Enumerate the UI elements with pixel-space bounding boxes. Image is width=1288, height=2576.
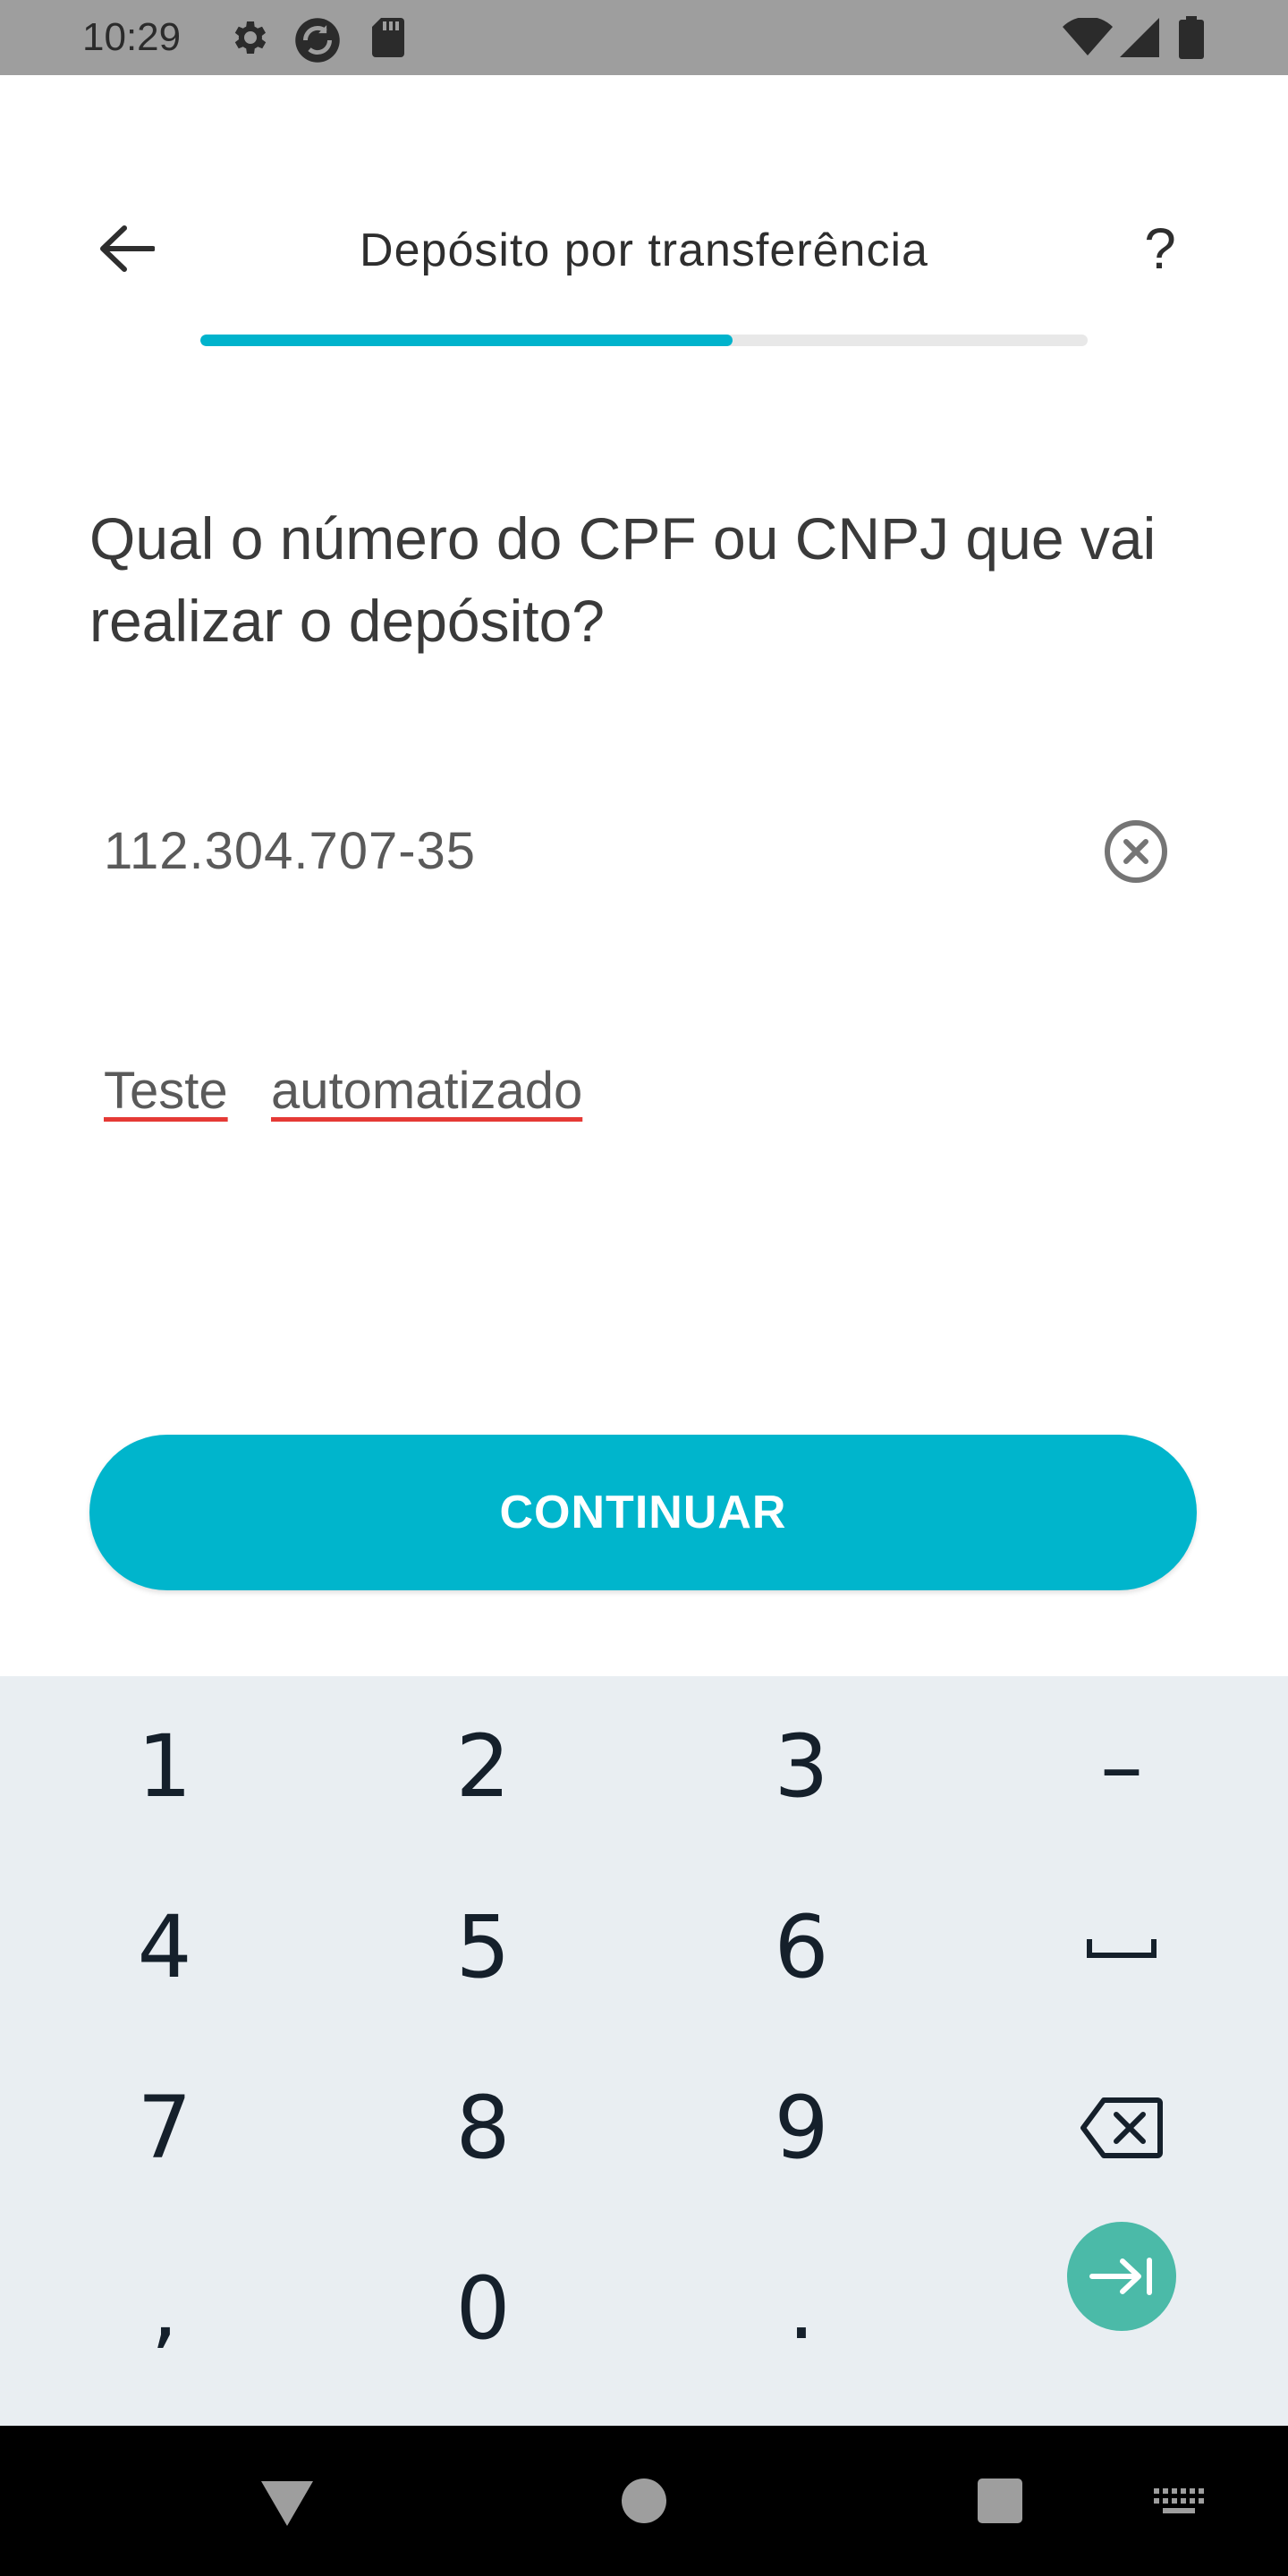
sync-app-icon xyxy=(295,18,340,63)
keyboard-switch-icon[interactable] xyxy=(1154,2488,1204,2515)
key-0[interactable]: 0 xyxy=(322,2218,644,2399)
tab-next-icon xyxy=(1089,2258,1152,2295)
gear-icon xyxy=(234,21,267,54)
key-2-label: 2 xyxy=(455,1716,511,1817)
key-8-label: 8 xyxy=(455,2078,511,2178)
status-bar: 10:29 xyxy=(0,0,1288,75)
key-9-label: 9 xyxy=(774,2078,829,2178)
description-word-1: Teste xyxy=(104,1062,228,1120)
word-space xyxy=(242,1062,257,1120)
nav-back-icon[interactable] xyxy=(259,2479,315,2528)
continue-button[interactable]: CONTINUAR xyxy=(89,1435,1197,1590)
cpf-input-value[interactable]: 112.304.707-35 xyxy=(104,819,476,884)
key-comma-label: , xyxy=(150,2258,179,2359)
key-9[interactable]: 9 xyxy=(640,2038,962,2218)
wifi-icon xyxy=(1063,18,1113,55)
key-0-label: 0 xyxy=(455,2258,511,2359)
description-input[interactable]: Teste automatizado xyxy=(89,1038,1199,1163)
key-7[interactable]: 7 xyxy=(4,2038,326,2218)
key-5-label: 5 xyxy=(455,1897,511,1997)
key-6-label: 6 xyxy=(774,1897,829,1997)
key-tab[interactable] xyxy=(961,2186,1283,2367)
help-button[interactable]: ? xyxy=(1129,211,1191,286)
signal-icon xyxy=(1120,18,1159,57)
progress-bar xyxy=(200,335,1088,346)
description-word-2: automatizado xyxy=(271,1062,583,1120)
clear-circle-icon xyxy=(1105,820,1167,883)
progress-fill xyxy=(200,335,733,346)
key-1[interactable]: 1 xyxy=(4,1676,326,1857)
description-input-value[interactable]: Teste automatizado xyxy=(104,1059,582,1123)
backspace-icon xyxy=(1080,2097,1163,2158)
key-comma[interactable]: , xyxy=(4,2218,326,2399)
key-dash-label: – xyxy=(1100,1716,1143,1817)
page-title: Depósito por transferência xyxy=(360,225,928,276)
key-3-label: 3 xyxy=(774,1716,829,1817)
key-5[interactable]: 5 xyxy=(322,1857,644,2038)
question-text: Qual o número do CPF ou CNPJ que vai rea… xyxy=(89,505,1157,654)
key-3[interactable]: 3 xyxy=(640,1676,962,1857)
key-8[interactable]: 8 xyxy=(322,2038,644,2218)
key-6[interactable]: 6 xyxy=(640,1857,962,2038)
sd-card-icon xyxy=(372,18,404,57)
tab-key-circle xyxy=(1067,2222,1176,2331)
back-button[interactable] xyxy=(93,215,161,283)
cpf-input[interactable]: 112.304.707-35 xyxy=(89,787,1199,912)
key-4-label: 4 xyxy=(137,1897,192,1997)
clear-input-button[interactable] xyxy=(1100,816,1172,887)
key-1-label: 1 xyxy=(137,1716,192,1817)
key-period[interactable]: . xyxy=(640,2218,962,2399)
key-dash[interactable]: – xyxy=(961,1676,1283,1857)
nav-home-icon[interactable] xyxy=(621,2478,667,2524)
battery-icon xyxy=(1179,16,1204,59)
key-7-label: 7 xyxy=(137,2078,192,2178)
numeric-keyboard: 1 2 3 – 4 5 6 7 8 9 , 0 . xyxy=(0,1676,1288,2426)
system-nav-bar xyxy=(0,2426,1288,2576)
key-period-label: . xyxy=(787,2258,816,2359)
space-icon xyxy=(1087,1939,1157,1958)
key-4[interactable]: 4 xyxy=(4,1857,326,2038)
key-2[interactable]: 2 xyxy=(322,1676,644,1857)
key-space[interactable] xyxy=(961,1857,1283,2038)
status-time: 10:29 xyxy=(82,15,182,59)
arrow-left-icon xyxy=(100,225,155,272)
nav-recents-icon[interactable] xyxy=(977,2478,1023,2524)
